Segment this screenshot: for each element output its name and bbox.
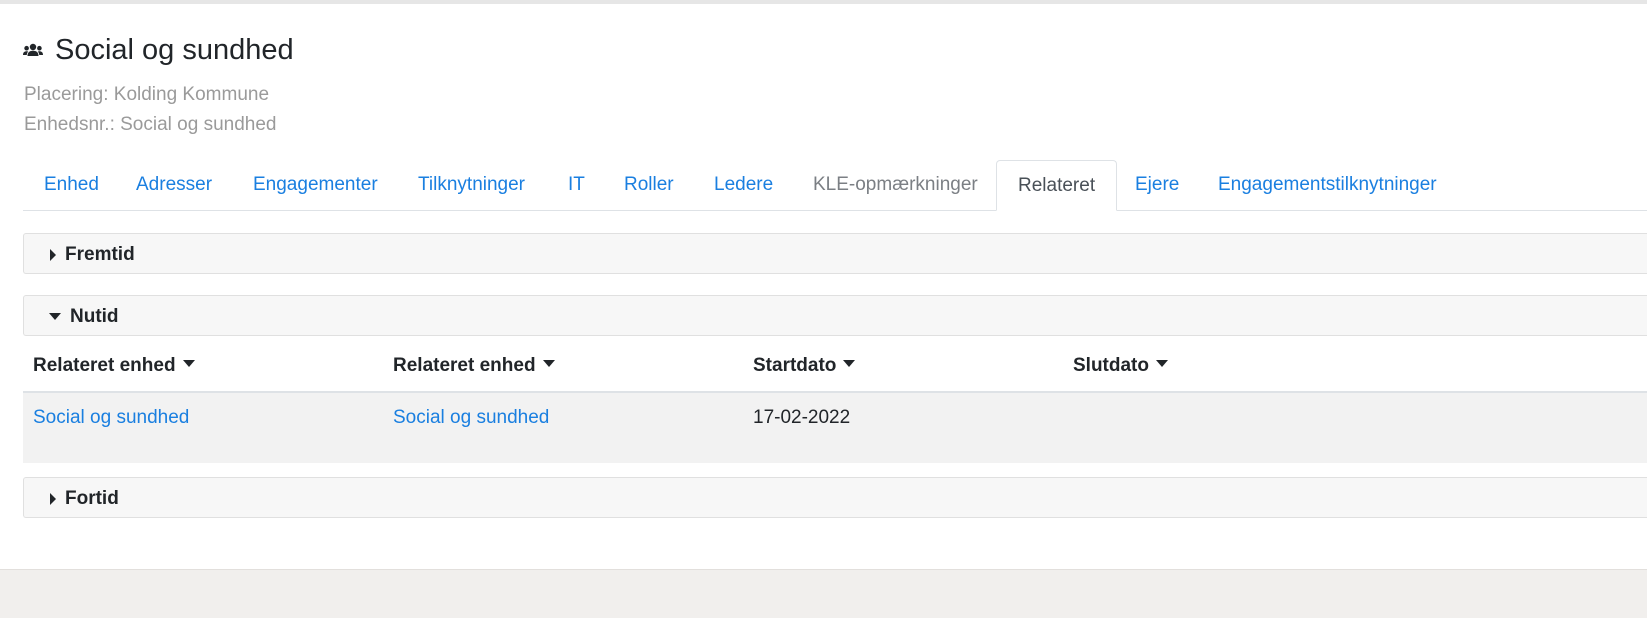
- sort-caret-icon: [542, 360, 555, 368]
- tab-ejere[interactable]: Ejere: [1114, 160, 1200, 210]
- tab-it[interactable]: IT: [547, 160, 606, 210]
- unit-number-text: Enhedsnr.: Social og sundhed: [24, 114, 277, 135]
- tab-enhed[interactable]: Enhed: [23, 160, 120, 210]
- related-unit-link[interactable]: Social og sundhed: [33, 393, 189, 443]
- tab-bar: Enhed Adresser Engagementer Tilknytninge…: [23, 160, 1647, 211]
- tab-kle-opmaerkninger: KLE-opmærkninger: [813, 174, 978, 195]
- caret-right-icon: [50, 478, 56, 519]
- section-nutid-header[interactable]: Nutid: [23, 295, 1647, 336]
- sort-caret-icon: [1156, 360, 1168, 368]
- column-header-label: Relateret enhed: [393, 355, 536, 376]
- unit-detail-card: Social og sundhed Placering: Kolding Kom…: [0, 4, 1647, 569]
- column-header-end-date[interactable]: Slutdato: [1073, 341, 1168, 391]
- column-header-label: Relateret enhed: [33, 355, 176, 376]
- column-header-label: Startdato: [753, 355, 837, 376]
- tab-ledere[interactable]: Ledere: [693, 160, 794, 210]
- column-header-start-date[interactable]: Startdato: [753, 341, 856, 391]
- section-nutid-label: Nutid: [70, 306, 119, 327]
- tab-engagementer[interactable]: Engagementer: [232, 160, 399, 210]
- table-header: Relateret enhed Relateret enhed Startdat…: [23, 341, 1647, 393]
- table-row: Social og sundhed Social og sundhed 17-0…: [23, 393, 1647, 463]
- sort-caret-icon: [843, 360, 856, 368]
- column-header-related-unit-1[interactable]: Relateret enhed: [33, 341, 195, 391]
- section-fremtid-header[interactable]: Fremtid: [23, 233, 1647, 274]
- section-fortid-label: Fortid: [65, 488, 119, 509]
- tab-tilknytninger[interactable]: Tilknytninger: [397, 160, 546, 210]
- page-footer: [0, 569, 1647, 618]
- page-title: Social og sundhed: [55, 34, 294, 66]
- related-unit-link[interactable]: Social og sundhed: [393, 393, 549, 443]
- users-icon: [23, 42, 43, 58]
- column-header-related-unit-2[interactable]: Relateret enhed: [393, 341, 555, 391]
- tab-engagementstilknytninger[interactable]: Engagementstilknytninger: [1197, 160, 1458, 210]
- tab-adresser[interactable]: Adresser: [115, 160, 233, 210]
- start-date-cell: 17-02-2022: [753, 407, 851, 428]
- page-header: Social og sundhed: [23, 32, 294, 68]
- section-fortid-header[interactable]: Fortid: [23, 477, 1647, 518]
- tab-relateret[interactable]: Relateret: [996, 160, 1118, 211]
- caret-down-icon: [49, 296, 61, 337]
- placement-text: Placering: Kolding Kommune: [24, 84, 270, 105]
- section-fremtid-label: Fremtid: [65, 244, 135, 265]
- sort-caret-icon: [182, 360, 195, 368]
- column-header-label: Slutdato: [1073, 355, 1149, 376]
- caret-right-icon: [50, 234, 56, 275]
- tab-roller[interactable]: Roller: [603, 160, 695, 210]
